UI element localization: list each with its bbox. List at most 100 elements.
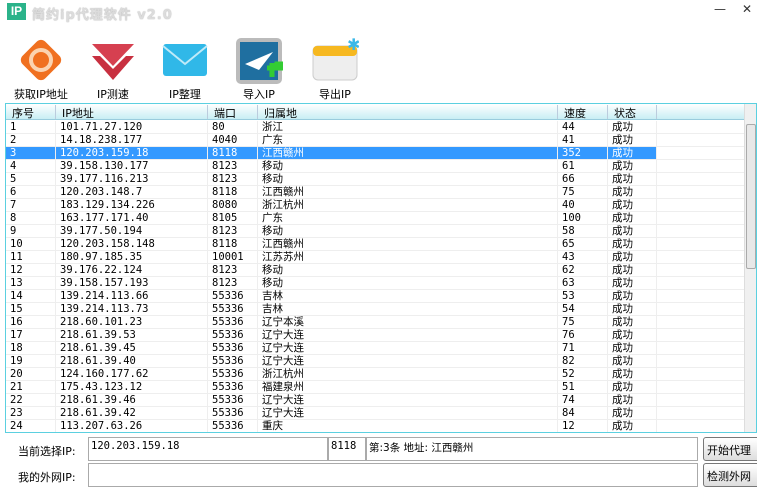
- cell-port: 55336: [208, 420, 258, 432]
- table-row[interactable]: 13 39.158.157.193 8123 移动 63 成功: [6, 277, 746, 290]
- cell-location: 移动: [258, 225, 558, 237]
- cell-ip: 14.18.238.177: [56, 134, 208, 146]
- table-row[interactable]: 1 101.71.27.120 80 浙江 44 成功: [6, 121, 746, 134]
- cell-status: 成功: [608, 342, 657, 354]
- cell-speed: 52: [558, 368, 608, 380]
- cell-index: 21: [6, 381, 56, 393]
- close-button[interactable]: ✕: [737, 2, 757, 20]
- cell-port: 55336: [208, 329, 258, 341]
- cell-location: 移动: [258, 264, 558, 276]
- cell-location: 浙江: [258, 121, 558, 133]
- column-header-index[interactable]: 序号: [6, 105, 56, 120]
- cell-index: 7: [6, 199, 56, 211]
- column-header-port[interactable]: 端口: [208, 105, 258, 120]
- column-header-speed[interactable]: 速度: [558, 105, 608, 120]
- table-row[interactable]: 4 39.158.130.177 8123 移动 61 成功: [6, 160, 746, 173]
- cell-speed: 74: [558, 394, 608, 406]
- speed-test-icon: [89, 36, 137, 84]
- cell-ip: 163.177.171.40: [56, 212, 208, 224]
- table-row[interactable]: 3 120.203.159.18 8118 江西赣州 352 成功: [6, 147, 746, 160]
- cell-speed: 76: [558, 329, 608, 341]
- proxy-ip-table[interactable]: 序号 IP地址 端口 归属地 速度 状态 1 101.71.27.120 80 浙江 4…: [5, 103, 757, 433]
- table-row[interactable]: 18 218.61.39.45 55336 辽宁大连 71 成功: [6, 342, 746, 355]
- cell-status: 成功: [608, 290, 657, 302]
- column-header-status[interactable]: 状态: [608, 105, 657, 120]
- check-external-ip-button[interactable]: 检测外网: [703, 463, 757, 487]
- cell-ip: 183.129.134.226: [56, 199, 208, 211]
- cell-speed: 84: [558, 407, 608, 419]
- cell-port: 80: [208, 121, 258, 133]
- cell-location: 江西赣州: [258, 186, 558, 198]
- cell-speed: 41: [558, 134, 608, 146]
- current-info-field: 第:3条 地址: 江西赣州: [366, 437, 698, 461]
- cell-port: 8118: [208, 186, 258, 198]
- column-header-location[interactable]: 归属地: [258, 105, 558, 120]
- cell-status: 成功: [608, 212, 657, 224]
- cell-index: 5: [6, 173, 56, 185]
- cell-ip: 113.207.63.26: [56, 420, 208, 432]
- table-row[interactable]: 12 39.176.22.124 8123 移动 62 成功: [6, 264, 746, 277]
- table-row[interactable]: 5 39.177.116.213 8123 移动 66 成功: [6, 173, 746, 186]
- cell-speed: 65: [558, 238, 608, 250]
- cell-ip: 218.61.39.42: [56, 407, 208, 419]
- export-ip-button[interactable]: ✱ 导出IP: [300, 35, 370, 102]
- cell-port: 10001: [208, 251, 258, 263]
- ip-organize-button[interactable]: IP整理: [150, 36, 220, 102]
- cell-location: 浙江杭州: [258, 199, 558, 211]
- get-ip-button[interactable]: 获取IP地址: [6, 36, 76, 102]
- table-row[interactable]: 8 163.177.171.40 8105 广东 100 成功: [6, 212, 746, 225]
- cell-speed: 75: [558, 316, 608, 328]
- table-row[interactable]: 7 183.129.134.226 8080 浙江杭州 40 成功: [6, 199, 746, 212]
- ip-speed-test-button[interactable]: IP测速: [78, 36, 148, 102]
- vertical-scrollbar[interactable]: [744, 104, 756, 432]
- table-row[interactable]: 9 39.177.50.194 8123 移动 58 成功: [6, 225, 746, 238]
- table-row[interactable]: 15 139.214.113.73 55336 吉林 54 成功: [6, 303, 746, 316]
- table-row[interactable]: 24 113.207.63.26 55336 重庆 12 成功: [6, 420, 746, 432]
- cell-location: 辽宁大连: [258, 407, 558, 419]
- current-ip-label: 当前选择IP:: [18, 445, 76, 458]
- table-row[interactable]: 22 218.61.39.46 55336 辽宁大连 74 成功: [6, 394, 746, 407]
- cell-ip: 39.177.50.194: [56, 225, 208, 237]
- cell-location: 辽宁大连: [258, 329, 558, 341]
- table-row[interactable]: 14 139.214.113.66 55336 吉林 53 成功: [6, 290, 746, 303]
- cell-ip: 120.203.159.18: [56, 147, 208, 159]
- table-row[interactable]: 21 175.43.123.12 55336 福建泉州 51 成功: [6, 381, 746, 394]
- cell-index: 15: [6, 303, 56, 315]
- cell-location: 广东: [258, 134, 558, 146]
- cell-ip: 218.60.101.23: [56, 316, 208, 328]
- cell-location: 吉林: [258, 303, 558, 315]
- table-body: 1 101.71.27.120 80 浙江 44 成功 2 14.18.238.177 4040…: [6, 121, 746, 432]
- start-proxy-button[interactable]: 开始代理: [703, 437, 757, 461]
- cell-index: 16: [6, 316, 56, 328]
- cell-status: 成功: [608, 147, 657, 159]
- cell-port: 8123: [208, 277, 258, 289]
- minimize-button[interactable]: —: [710, 2, 730, 20]
- cell-status: 成功: [608, 316, 657, 328]
- table-row[interactable]: 11 180.97.185.35 10001 江苏苏州 43 成功: [6, 251, 746, 264]
- cell-index: 11: [6, 251, 56, 263]
- current-ip-field[interactable]: 120.203.159.18: [88, 437, 328, 461]
- table-row[interactable]: 10 120.203.158.148 8118 江西赣州 65 成功: [6, 238, 746, 251]
- import-ip-button[interactable]: 导入IP: [224, 36, 294, 102]
- table-row[interactable]: 20 124.160.177.62 55336 浙江杭州 52 成功: [6, 368, 746, 381]
- cell-ip: 39.176.22.124: [56, 264, 208, 276]
- table-row[interactable]: 17 218.61.39.53 55336 辽宁大连 76 成功: [6, 329, 746, 342]
- cell-index: 22: [6, 394, 56, 406]
- cell-index: 1: [6, 121, 56, 133]
- title-bar: IP 简约ip代理软件 v2.0 — ✕: [0, 0, 757, 26]
- cell-location: 浙江杭州: [258, 368, 558, 380]
- column-header-ip[interactable]: IP地址: [56, 105, 208, 120]
- cell-status: 成功: [608, 173, 657, 185]
- external-ip-field[interactable]: [88, 463, 698, 487]
- cell-index: 13: [6, 277, 56, 289]
- scrollbar-thumb[interactable]: [746, 124, 756, 269]
- cell-port: 55336: [208, 407, 258, 419]
- current-port-field[interactable]: 8118: [328, 437, 366, 461]
- table-row[interactable]: 2 14.18.238.177 4040 广东 41 成功: [6, 134, 746, 147]
- table-row[interactable]: 6 120.203.148.7 8118 江西赣州 75 成功: [6, 186, 746, 199]
- table-row[interactable]: 19 218.61.39.40 55336 辽宁大连 82 成功: [6, 355, 746, 368]
- cell-port: 8105: [208, 212, 258, 224]
- cell-speed: 40: [558, 199, 608, 211]
- table-row[interactable]: 23 218.61.39.42 55336 辽宁大连 84 成功: [6, 407, 746, 420]
- table-row[interactable]: 16 218.60.101.23 55336 辽宁本溪 75 成功: [6, 316, 746, 329]
